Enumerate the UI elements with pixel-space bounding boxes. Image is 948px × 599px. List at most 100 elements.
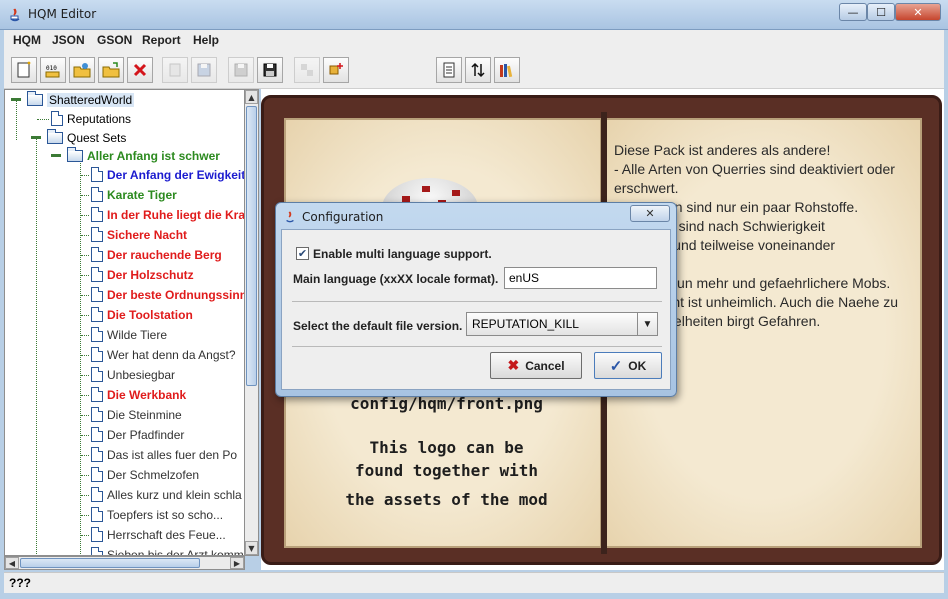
document-icon <box>91 427 103 442</box>
tree-node-label: Der Schmelzofen <box>107 467 200 482</box>
document-icon <box>91 227 103 242</box>
scroll-right-arrow[interactable]: ▶ <box>230 557 244 569</box>
menu-help[interactable]: Help <box>193 33 219 47</box>
save-disabled-button[interactable] <box>191 57 217 83</box>
open-folder-button[interactable] <box>69 57 95 83</box>
open-file-icon <box>102 62 120 78</box>
tree-node-quest[interactable]: In der Ruhe liegt die Kraft <box>91 205 245 224</box>
save-as-icon <box>263 63 277 77</box>
save-as-button[interactable] <box>257 57 283 83</box>
tree-node-quest-sets[interactable]: Quest Sets <box>47 128 126 147</box>
close-button[interactable]: ✕ <box>895 3 941 21</box>
new-file-button[interactable] <box>11 57 37 83</box>
menu-hqm[interactable]: HQM <box>13 33 41 47</box>
document-icon <box>91 407 103 422</box>
puzzle-add-button[interactable] <box>323 57 349 83</box>
quest-tree[interactable]: ShatteredWorld Reputations Quest Sets Al… <box>4 89 245 556</box>
document-icon <box>91 527 103 542</box>
tree-node-quest[interactable]: Die Werkbank <box>91 385 186 404</box>
document-icon <box>91 447 103 462</box>
tree-node-quest[interactable]: Alles kurz und klein schla <box>91 485 242 504</box>
separator <box>292 346 662 347</box>
tree-node-quest[interactable]: Die Toolstation <box>91 305 193 324</box>
tree-node-quest[interactable]: Der rauchende Berg <box>91 245 222 264</box>
sort-button[interactable] <box>465 57 491 83</box>
tree-node-quest[interactable]: Das ist alles fuer den Po <box>91 445 237 464</box>
ok-label: OK <box>628 358 647 373</box>
tree-node-quest[interactable]: Unbesiegbar <box>91 365 175 384</box>
logo-note-line-2: found together with <box>354 461 539 480</box>
scroll-left-arrow[interactable]: ◀ <box>5 557 19 569</box>
version-dropdown[interactable]: REPUTATION_KILL ▼ <box>466 312 658 336</box>
folder-icon <box>67 146 83 162</box>
logo-note-line-1: This logo can be <box>369 438 524 457</box>
tree-node-quest[interactable]: Toepfers ist so scho... <box>91 505 223 524</box>
description-line: erschwert. <box>614 180 679 196</box>
tree-node-label: Sichere Nacht <box>107 227 188 242</box>
tree-node-quest[interactable]: Der Holzschutz <box>91 265 194 284</box>
tree-node-quest[interactable]: Sieben bis der Arzt komm <box>91 545 244 555</box>
tree-node-label: Die Toolstation <box>107 307 193 322</box>
scroll-thumb[interactable] <box>246 106 257 386</box>
tree-node-label: Toepfers ist so scho... <box>107 507 224 522</box>
document-button[interactable] <box>436 57 462 83</box>
open-file-button[interactable] <box>98 57 124 83</box>
document-icon <box>91 347 103 362</box>
books-button[interactable] <box>494 57 520 83</box>
cancel-label: Cancel <box>525 358 565 373</box>
tree-node-quest[interactable]: Sichere Nacht <box>91 225 187 244</box>
document-icon <box>91 387 103 402</box>
description-line: - Alle Arten von Querries sind deaktivie… <box>614 161 895 177</box>
status-bar: ??? <box>4 572 944 593</box>
tree-horizontal-scrollbar[interactable]: ◀ ▶ <box>4 556 245 570</box>
folder-icon <box>47 128 63 144</box>
new-file-icon <box>17 61 31 78</box>
description-line: Diese Pack ist anderes als andere! <box>614 142 831 158</box>
tree-node-quest-set[interactable]: Aller Anfang ist schwer <box>67 146 220 165</box>
tree-node-reputations[interactable]: Reputations <box>51 109 131 128</box>
chevron-down-icon[interactable]: ▼ <box>637 313 657 335</box>
scroll-down-arrow[interactable]: ▼ <box>245 541 258 555</box>
tree-node-quest[interactable]: Die Steinmine <box>91 405 182 424</box>
tree-node-quest[interactable]: Der Schmelzofen <box>91 465 199 484</box>
document-icon <box>51 111 63 126</box>
tree-node-label: Karate Tiger <box>107 187 177 202</box>
document-icon <box>91 307 103 322</box>
tree-node-quest[interactable]: Karate Tiger <box>91 185 177 204</box>
scroll-up-arrow[interactable]: ▲ <box>245 90 258 104</box>
tree-vertical-scrollbar[interactable]: ▲ ▼ <box>245 89 259 556</box>
tree-node-quest[interactable]: Der Anfang der Ewigkeit <box>91 165 244 184</box>
logo-note-line-3: the assets of the mod <box>345 490 548 509</box>
menu-json[interactable]: JSON <box>52 33 85 47</box>
save-disabled-icon <box>197 63 211 77</box>
tree-node-label: ShatteredWorld <box>47 92 135 107</box>
menu-report[interactable]: Report <box>142 33 181 47</box>
menu-gson[interactable]: GSON <box>97 33 132 47</box>
tree-node-quest[interactable]: Wilde Tiere <box>91 325 167 344</box>
binary-file-button[interactable]: 010 <box>40 57 66 83</box>
tree-node-root[interactable]: ShatteredWorld <box>27 90 135 109</box>
cancel-button[interactable]: ✖ Cancel <box>490 352 582 379</box>
tree-node-label: In der Ruhe liegt die Kraft <box>107 207 245 222</box>
scroll-thumb[interactable] <box>20 558 200 568</box>
tree-node-quest[interactable]: Der Pfadfinder <box>91 425 184 444</box>
tree-node-quest[interactable]: Herrschaft des Feue... <box>91 525 226 544</box>
dialog-close-button[interactable]: ✕ <box>630 205 670 222</box>
language-input[interactable]: enUS <box>504 267 657 289</box>
delete-button[interactable] <box>127 57 153 83</box>
document-icon <box>443 62 455 78</box>
puzzle-button[interactable] <box>294 57 320 83</box>
ok-button[interactable]: ✓ OK <box>594 352 662 379</box>
tree-node-label: Reputations <box>67 111 132 126</box>
delete-icon <box>133 63 147 77</box>
maximize-button[interactable]: ☐ <box>867 3 895 21</box>
tree-node-quest[interactable]: Wer hat denn da Angst? <box>91 345 236 364</box>
document-icon <box>91 547 103 555</box>
save-button[interactable] <box>228 57 254 83</box>
multi-language-checkbox[interactable]: ✔ <box>296 247 309 260</box>
tree-node-label: Das ist alles fuer den Po <box>107 447 238 462</box>
puzzle-icon <box>301 64 313 76</box>
blank-button[interactable] <box>162 57 188 83</box>
tree-node-quest[interactable]: Der beste Ordnungssinn <box>91 285 244 304</box>
minimize-button[interactable]: — <box>839 3 867 21</box>
